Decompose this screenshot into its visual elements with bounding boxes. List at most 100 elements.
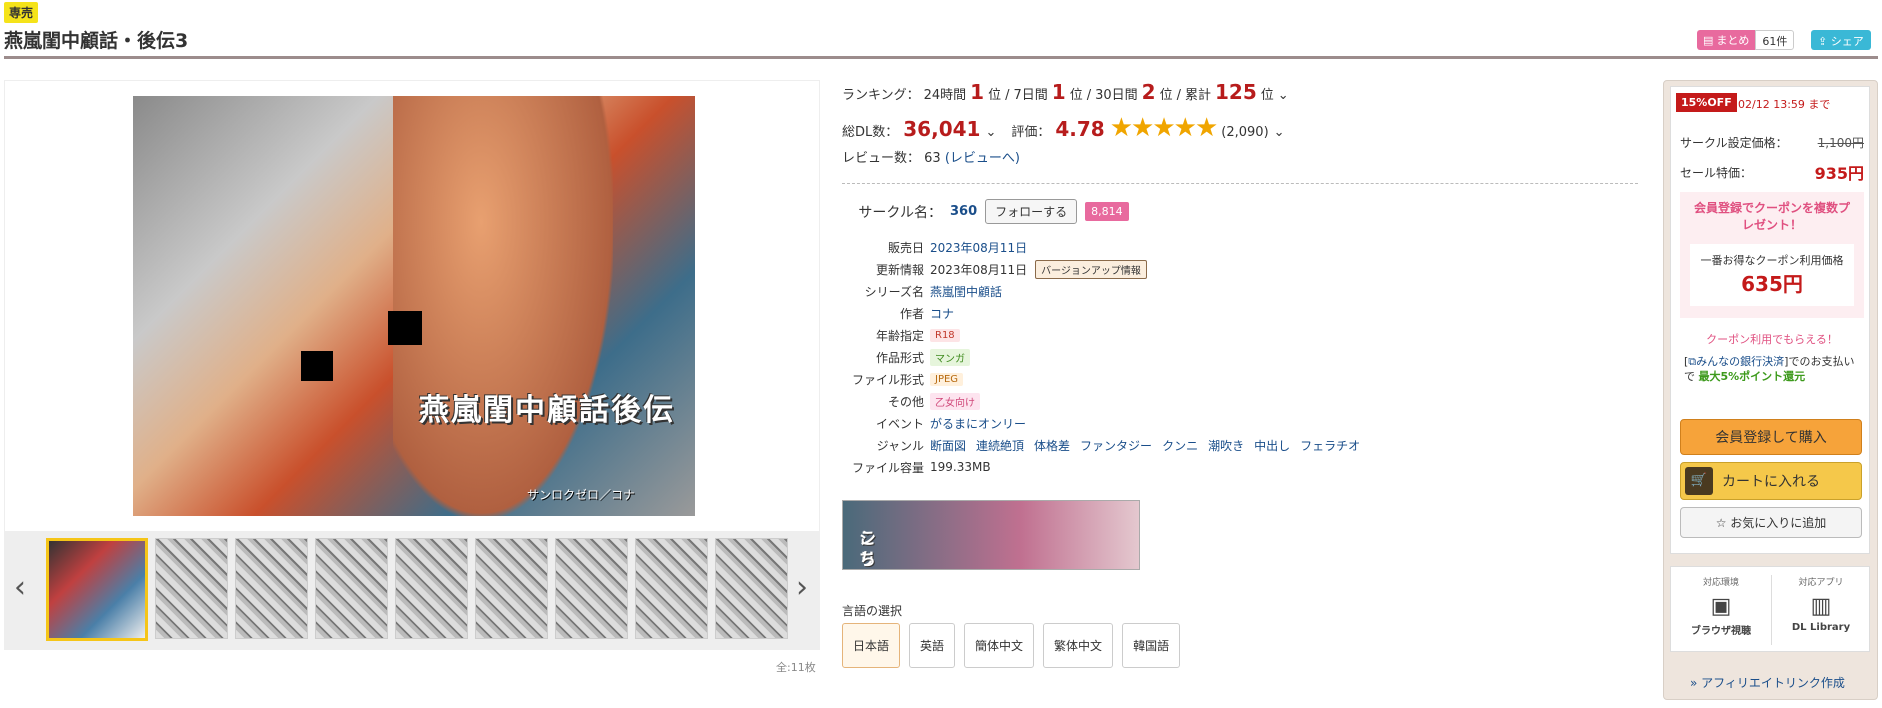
main-image-viewer[interactable]: 燕嵐閨中顧話後伝 サンロクゼロ／コナ (4, 80, 820, 532)
language-option[interactable]: 日本語 (842, 623, 901, 668)
genre-link[interactable]: 中出し (1254, 437, 1290, 454)
genre-link[interactable]: 断面図 (930, 437, 966, 454)
sale-price: 935円 (1814, 164, 1864, 183)
review-label: レビュー数： (842, 151, 921, 166)
coupon-price: 635円 (1741, 272, 1803, 296)
discount-deadline: 02/12 13:59 まで (1738, 98, 1831, 111)
divider (842, 183, 1638, 184)
add-favorite-button[interactable]: ☆ お気に入りに追加 (1680, 507, 1862, 538)
chevron-down-icon[interactable]: ⌄ (985, 125, 996, 140)
bank-bonus: 最大5%ポイント還元 (1698, 370, 1806, 383)
language-option[interactable]: 簡体中文 (964, 623, 1035, 668)
chevron-down-icon[interactable]: ⌄ (1274, 125, 1285, 140)
thumbnail[interactable] (46, 538, 148, 641)
list-price-label: サークル設定価格： (1680, 136, 1788, 150)
cover-image[interactable]: 燕嵐閨中顧話後伝 サンロクゼロ／コナ (133, 96, 695, 516)
banner-line2: こちら (859, 529, 876, 570)
thumbnail[interactable] (555, 538, 628, 639)
review-link[interactable]: (レビューへ) (945, 151, 1020, 166)
genre-link[interactable]: クンニ (1162, 437, 1198, 454)
fav-label: お気に入りに追加 (1730, 516, 1827, 530)
thumbnail[interactable] (635, 538, 708, 639)
coupon-sub: 一番お得なクーポン利用価格 (1700, 254, 1844, 267)
stats-row: 総DL数： 36,041 ⌄ 評価： 4.78 ★★★★★ (2,090) ⌄ (842, 113, 1285, 143)
language-option[interactable]: 韓国語 (1122, 623, 1181, 668)
matome-button[interactable]: ▤ まとめ 61件 (1697, 30, 1795, 50)
browser-view-icon: ▣ (1710, 594, 1732, 619)
thumbnail[interactable] (475, 538, 548, 639)
detail-key: 販売日 (887, 240, 924, 255)
language-option[interactable]: 繁体中文 (1043, 623, 1114, 668)
circle-name-link[interactable]: 360 (950, 204, 977, 219)
detail-key: ファイル形式 (851, 372, 924, 387)
language-option[interactable]: 英語 (909, 623, 956, 668)
cover-subtitle: サンロクゼロ／コナ (526, 488, 635, 502)
star-outline-icon: ☆ (1715, 516, 1727, 530)
format-tag[interactable]: マンガ (930, 348, 970, 366)
share-label: シェア (1830, 35, 1864, 48)
rating-value: 4.78 (1055, 117, 1105, 141)
app-label: 対応アプリ (1798, 578, 1844, 588)
detail-key: ファイル容量 (851, 460, 924, 475)
share-button[interactable]: ⇪ シェア (1811, 30, 1871, 50)
detail-key: 年齢指定 (875, 328, 924, 343)
add-to-cart-button[interactable]: 🛒 カートに入れる (1680, 462, 1862, 500)
genre-link[interactable]: 潮吹き (1208, 437, 1244, 454)
age-tag[interactable]: R18 (930, 328, 960, 342)
cart-label: カートに入れる (1722, 474, 1820, 490)
bank-link-label: みんなの銀行決済 (1696, 355, 1785, 368)
review-count: 63 (924, 151, 941, 166)
update-date: 2023年08月11日 (930, 262, 1028, 277)
list-price: 1,100円 (1817, 136, 1864, 150)
series-link[interactable]: 燕嵐閨中顧話 (930, 283, 1002, 300)
thumbnail[interactable] (395, 538, 468, 639)
next-arrow-icon[interactable]: › (796, 570, 808, 605)
app-name: DL Library (1791, 622, 1851, 633)
follow-button[interactable]: フォローする (985, 199, 1078, 224)
bank-link[interactable]: ⧉みんなの銀行決済 (1688, 355, 1784, 368)
review-row: レビュー数： 63 (レビューへ) (842, 147, 1020, 166)
cover-figure (393, 96, 613, 516)
rank-7d-label: 7日間 (1013, 88, 1048, 103)
exclusive-badge: 専売 (4, 2, 39, 23)
rank-total-label: 累計 (1184, 88, 1211, 103)
genre-link[interactable]: 連続絶頂 (976, 437, 1024, 454)
rank-unit: 位 (1260, 88, 1274, 103)
follower-count: 8,814 (1085, 202, 1129, 221)
thumbnail[interactable] (315, 538, 388, 639)
thumbnail[interactable] (235, 538, 308, 639)
rank-total: 125 (1215, 80, 1257, 104)
rank-24h-label: 24時間 (923, 88, 967, 103)
ranking-label: ランキング： (842, 88, 920, 103)
chevron-down-icon[interactable]: ⌄ (1278, 88, 1289, 103)
rank-unit: 位 (1069, 88, 1083, 103)
share-icon: ⇪ (1818, 35, 1828, 48)
genre-link[interactable]: ファンタジー (1080, 437, 1152, 454)
other-tag[interactable]: 乙女向け (930, 392, 980, 410)
sale-price-label: セール特価： (1680, 165, 1753, 180)
coupon-box[interactable]: 会員登録でクーポンを複数プレゼント！ 一番お得なクーポン利用価格 635円 (1680, 192, 1864, 318)
release-date-link[interactable]: 2023年08月11日 (930, 239, 1027, 256)
author-link[interactable]: コナ (930, 305, 954, 322)
affiliate-link[interactable]: » アフィリエイトリンク作成 (1690, 674, 1845, 691)
env-name: ブラウザ視聴 (1691, 626, 1751, 637)
register-buy-button[interactable]: 会員登録して購入 (1680, 419, 1862, 455)
detail-key: イベント (875, 416, 924, 431)
genre-link[interactable]: 体格差 (1034, 437, 1070, 454)
prev-arrow-icon[interactable]: ‹ (14, 570, 26, 605)
thumbnail[interactable] (715, 538, 788, 639)
discount-badge: 15%OFF (1676, 93, 1737, 112)
file-format-tag[interactable]: JPEG (930, 372, 964, 386)
genre-link[interactable]: フェラチオ (1300, 437, 1360, 454)
page-title: 燕嵐閨中顧話・後伝3 (4, 30, 189, 52)
detail-key: シリーズ名 (864, 284, 924, 299)
series-first-episode-banner[interactable]: シリーズ1話目は こちら (842, 500, 1140, 570)
bank-promo: [⧉みんなの銀行決済]でのお支払いで 最大5%ポイント還元 (1684, 354, 1864, 384)
version-info-button[interactable]: バージョンアップ情報 (1035, 259, 1147, 279)
thumbnail[interactable] (155, 538, 228, 639)
event-link[interactable]: がるまにオンリー (930, 415, 1026, 432)
thumbnail-strip: ‹ › (4, 532, 820, 650)
coupon-note: クーポン利用でもらえる！ (1706, 333, 1838, 346)
external-link-icon: ⧉ (1688, 355, 1697, 368)
detail-key: ジャンル (876, 438, 924, 453)
